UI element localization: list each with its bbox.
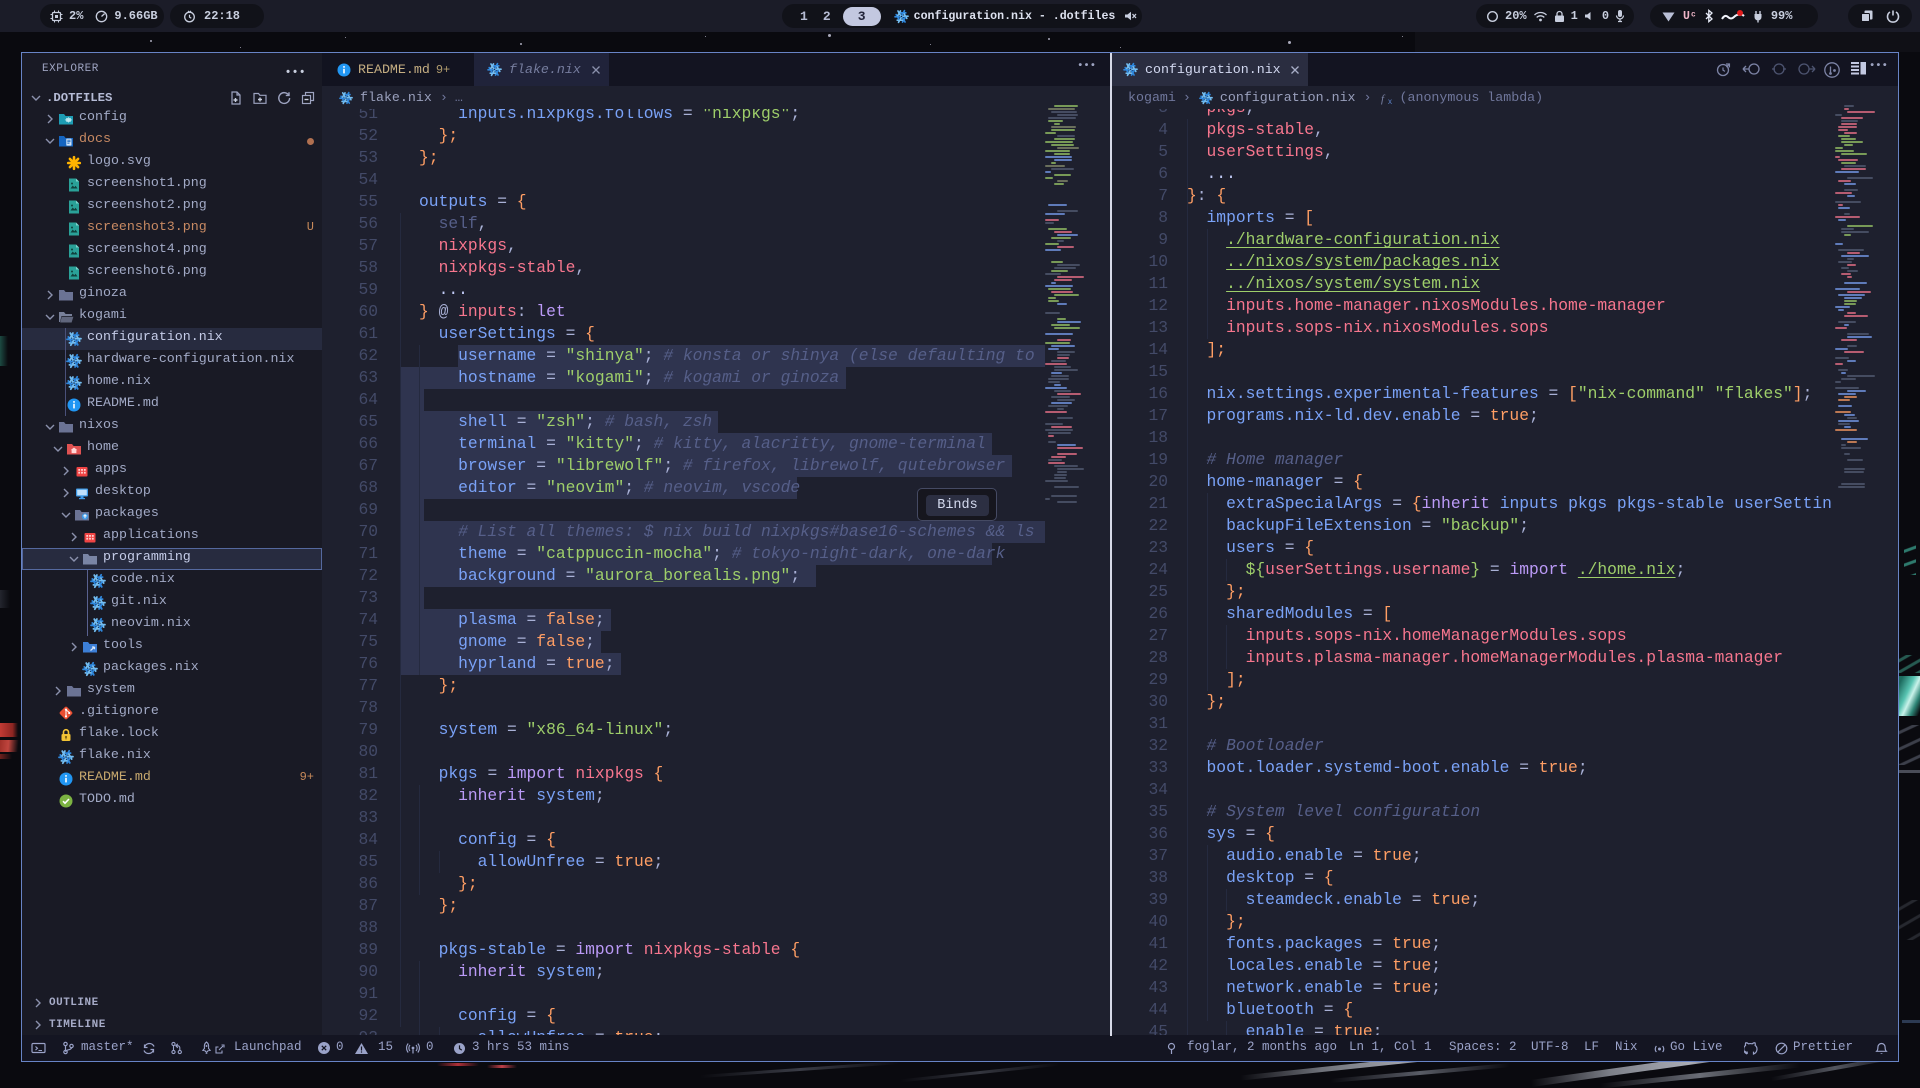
svg-text:x: x xyxy=(1388,97,1392,105)
svg-text:f: f xyxy=(1381,93,1386,105)
